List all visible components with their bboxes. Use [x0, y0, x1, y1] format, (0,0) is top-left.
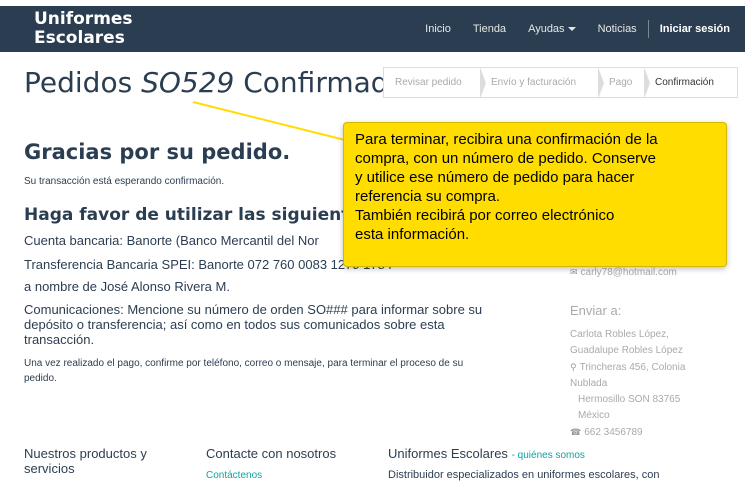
communications-note: Comunicaciones: Mencione su número de or…: [24, 302, 483, 347]
account-holder: a nombre de José Alonso Rivera M.: [24, 279, 230, 294]
nav-item-tienda[interactable]: Tienda: [473, 23, 506, 35]
nav-item-ayudas-label: Ayudas: [528, 23, 565, 35]
step-shipping[interactable]: Envío y facturación: [480, 67, 604, 99]
footer-contact-link[interactable]: Contáctenos: [206, 470, 262, 481]
footer-about-heading: Uniformes Escolares - quiénes somos: [388, 446, 585, 463]
brand-line-2: Escolares: [34, 28, 125, 48]
shipping-address: Carlota Robles López, Guadalupe Robles L…: [570, 327, 700, 441]
page-title: Pedidos SO529 Confirmado: [24, 66, 406, 99]
footer-about-title: Uniformes Escolares: [388, 446, 508, 461]
after-payment-note: Una vez realizado el pago, confirme por …: [24, 358, 464, 384]
ship-name: Carlota Robles López,: [570, 329, 669, 340]
ship-to-heading: Enviar a:: [570, 303, 622, 318]
ship-name-2: Guadalupe Robles López: [570, 345, 683, 356]
title-suffix: Confirmado: [243, 66, 406, 99]
checkout-steps: Revisar pedido Envío y facturación Pago …: [383, 67, 738, 99]
brand-line-1: Uniformes: [34, 9, 133, 29]
navbar: Uniformes Escolares Inicio Tienda Ayudas…: [0, 0, 745, 52]
login-link[interactable]: Iniciar sesión: [660, 23, 730, 35]
nav-item-inicio[interactable]: Inicio: [425, 23, 451, 35]
footer-about-description: Distribuidor especializados en uniformes…: [388, 469, 660, 481]
footer-contact-heading: Contacte con nosotros: [206, 446, 337, 461]
ship-country: México: [578, 410, 610, 421]
nav-menu: Inicio Tienda Ayudas Noticias Iniciar se…: [403, 6, 730, 52]
help-tooltip: Para terminar, recibira una confirmación…: [343, 122, 727, 267]
ship-phone: 662 3456789: [584, 427, 643, 438]
email-text: carly78@hotmail.com: [580, 267, 677, 278]
footer-about-link[interactable]: - quiénes somos: [512, 450, 585, 461]
step-review[interactable]: Revisar pedido: [384, 67, 486, 99]
map-marker-icon: ⚲: [570, 362, 577, 372]
step-payment[interactable]: Pago: [598, 67, 650, 99]
nav-item-noticias[interactable]: Noticias: [598, 23, 637, 35]
envelope-icon: ✉: [570, 267, 578, 277]
step-confirmation: Confirmación: [655, 77, 714, 88]
ship-street: Trincheras 456, Colonia Nublada: [570, 362, 686, 389]
brand-logo[interactable]: Uniformes Escolares: [34, 10, 133, 48]
nav-item-ayudas[interactable]: Ayudas: [528, 23, 576, 35]
caret-down-icon: [567, 27, 576, 32]
instructions-heading: Haga favor de utilizar las siguientes re: [24, 205, 397, 225]
phone-icon: ☎: [570, 427, 582, 437]
ship-city: Hermosillo SON 83765: [578, 394, 681, 405]
pending-status: Su transacción está esperando confirmaci…: [24, 176, 225, 187]
title-prefix: Pedidos: [24, 66, 133, 99]
nav-divider: [647, 20, 649, 38]
order-id: SO529: [141, 66, 235, 99]
footer-products-heading: Nuestros productos y servicios: [24, 446, 147, 476]
thanks-heading: Gracias por su pedido.: [24, 140, 291, 164]
